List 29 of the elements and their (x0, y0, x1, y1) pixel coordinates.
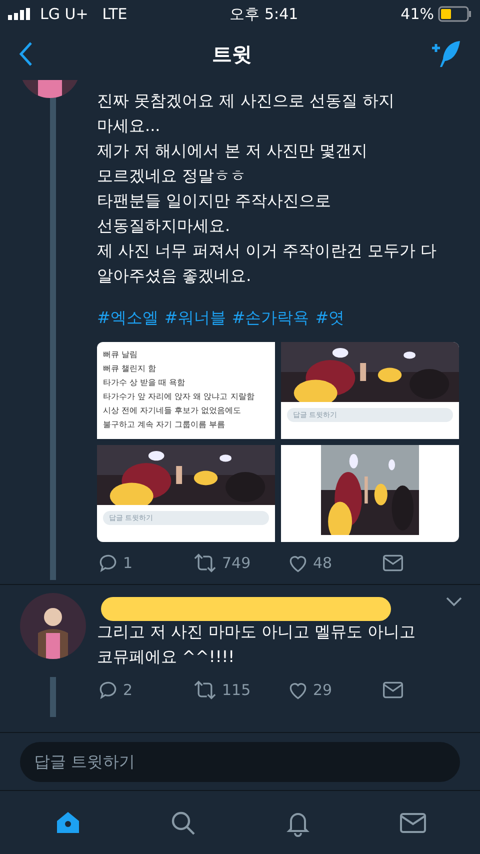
hashtag-link[interactable]: #손가락욕 (232, 306, 310, 330)
speech-bubble-icon (97, 552, 119, 574)
tweet-text: 진짜 못참겠어요 제 사진으로 선동질 하지 마세요... 제가 저 해시에서 본 저 사진만 몇갠지 모르겠네요 정말ㅎㅎ 타팬분들 일이지만 주작사진으로 선동질하지마세요. 제 사진 너무 퍼져서 이거 주작이란건 모두가 다 알아주셨음 좋겠네요. (97, 90, 438, 287)
carrier-label: LG U+ (40, 4, 88, 25)
network-label: LTE (102, 4, 128, 25)
screenshot-text: 뻐큐 날림 뻐큐 챌린지 함 타가수 상 받을 때 욕함 타가수가 앞 자리에 앉자 왜 앉냐고 지랄함 시상 전에 자기네들 후보가 없었음에도 불구하고 계속 자기 그룹이름 부름 (102, 349, 256, 431)
share-button[interactable] (382, 680, 404, 700)
page-title: 트윗 (212, 41, 252, 68)
like-button[interactable]: 29 (287, 678, 332, 702)
battery-icon (438, 6, 472, 22)
retweet-icon (192, 552, 218, 574)
battery-percent: 41% (400, 4, 434, 25)
hashtag-link[interactable]: #워너블 (164, 306, 226, 330)
retweet-icon (192, 679, 218, 701)
speech-bubble-icon (97, 679, 119, 701)
tweet-text: 그리고 저 사진 마마도 아니고 멜뮤도 아니고 코뮤페에요 ^^!!!! (97, 621, 417, 668)
retweet-button[interactable]: 115 (192, 678, 251, 702)
back-button[interactable] (18, 41, 34, 67)
compose-button[interactable] (430, 39, 462, 69)
hashtag-link[interactable]: #엑소엘 (97, 306, 158, 330)
retweet-button[interactable]: 749 (192, 552, 251, 574)
chevron-icon[interactable] (446, 597, 462, 607)
reply-input[interactable]: 답글 트윗하기 (20, 742, 460, 782)
share-button[interactable] (382, 553, 404, 573)
reply-button[interactable]: 1 (97, 552, 133, 574)
clock: 오후 5:41 (230, 4, 298, 25)
reply-button[interactable]: 2 (97, 678, 133, 702)
like-button[interactable]: 48 (287, 552, 332, 574)
hashtag-link[interactable]: #엿 (315, 306, 345, 330)
